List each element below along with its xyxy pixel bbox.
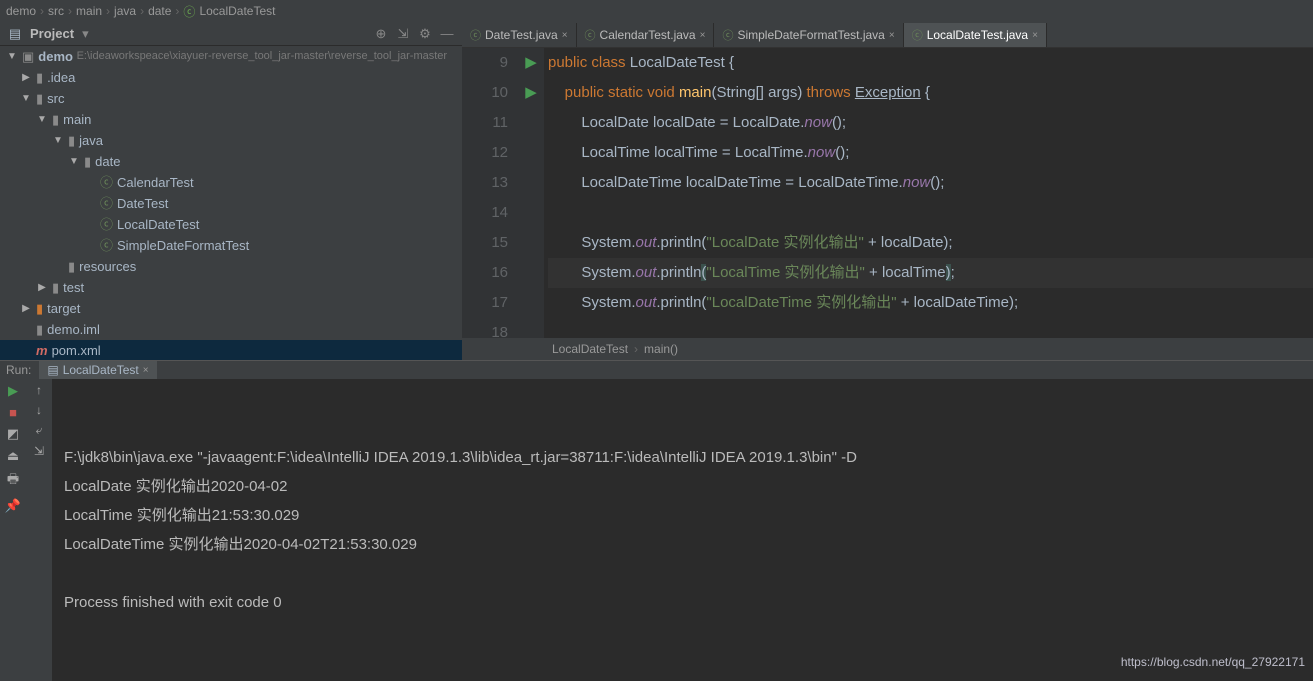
pin-icon[interactable]: 📌 (5, 498, 21, 514)
breadcrumb-item[interactable]: LocalDateTest (199, 4, 275, 18)
editor-tabs: ⓒDateTest.java× ⓒCalendarTest.java× ⓒSim… (462, 22, 1313, 48)
breadcrumb: demo› src› main› java› date› ⓒ LocalDate… (0, 0, 1313, 22)
close-icon[interactable]: × (1032, 30, 1038, 41)
project-title: Project (30, 26, 74, 41)
close-icon[interactable]: × (143, 365, 149, 376)
run-toolbar-left: ▶ ■ ◩ ⏏ 🖶 📌 (0, 379, 26, 681)
class-icon: ⓒ (183, 3, 195, 20)
print-icon[interactable]: 🖶 (7, 470, 19, 492)
tree-item-src[interactable]: src (47, 88, 64, 109)
run-toolbar-inner: ↑ ↓ ⤶ ⇲ (26, 379, 52, 681)
tree-item-java[interactable]: java (79, 130, 103, 151)
project-sidebar: ▤ Project ▾ ⊕ ⇲ ⚙ — ▼▣demo E:\ideaworksp… (0, 22, 462, 360)
watermark: https://blog.csdn.net/qq_27922171 (1121, 648, 1305, 677)
tree-item-target[interactable]: target (47, 298, 80, 319)
tree-file[interactable]: SimpleDateFormatTest (117, 235, 249, 256)
tree-file-pom[interactable]: pom.xml (52, 340, 101, 360)
run-config-icon: ▤ (47, 363, 58, 377)
tree-file-iml[interactable]: demo.iml (47, 319, 100, 340)
crumb-method[interactable]: main() (644, 342, 678, 356)
tree-root[interactable]: demo (38, 46, 73, 67)
crumb-class[interactable]: LocalDateTest (552, 342, 628, 356)
class-icon: ⓒ (100, 172, 113, 193)
class-icon: ⓒ (722, 27, 733, 43)
project-tool-header: ▤ Project ▾ ⊕ ⇲ ⚙ — (0, 22, 462, 46)
line-gutter: 9101112131415161718 (462, 48, 518, 338)
tree-file[interactable]: DateTest (117, 193, 168, 214)
tree-item-test[interactable]: test (63, 277, 84, 298)
rerun-icon[interactable]: ▶ (8, 383, 18, 399)
up-icon[interactable]: ↑ (36, 383, 42, 397)
tab-datetest[interactable]: ⓒDateTest.java× (462, 23, 577, 47)
breadcrumb-item[interactable]: src (48, 4, 64, 18)
wrap-icon[interactable]: ⤶ (36, 423, 43, 438)
breadcrumb-item[interactable]: demo (6, 4, 36, 18)
tab-localdatetest[interactable]: ⓒLocalDateTest.java× (904, 23, 1047, 47)
class-icon: ⓒ (100, 193, 113, 214)
run-panel: Run: ▤ LocalDateTest × ▶ ■ ◩ ⏏ 🖶 📌 ↑ ↓ ⤶… (0, 360, 1313, 579)
close-icon[interactable]: × (889, 30, 895, 41)
scroll-icon[interactable]: ⇲ (34, 444, 44, 458)
class-icon: ⓒ (100, 214, 113, 235)
tree-item-date[interactable]: date (95, 151, 120, 172)
tree-file[interactable]: CalendarTest (117, 172, 194, 193)
project-tree[interactable]: ▼▣demo E:\ideaworkspeace\xiayuer-reverse… (0, 46, 462, 360)
hide-icon[interactable]: — (440, 26, 454, 42)
console-output[interactable]: F:\jdk8\bin\java.exe "-javaagent:F:\idea… (52, 379, 1313, 681)
stop-icon[interactable]: ■ (9, 405, 17, 420)
breadcrumb-item[interactable]: main (76, 4, 102, 18)
locate-icon[interactable]: ⊕ (374, 26, 388, 42)
tree-item-resources[interactable]: resources (79, 256, 136, 277)
tab-calendartest[interactable]: ⓒCalendarTest.java× (577, 23, 715, 47)
class-icon: ⓒ (100, 235, 113, 256)
tree-item-idea[interactable]: .idea (47, 67, 75, 88)
project-icon: ▤ (8, 26, 22, 42)
editor-breadcrumb: LocalDateTest › main() (462, 338, 1313, 360)
run-label: Run: (6, 363, 31, 377)
close-icon[interactable]: × (562, 30, 568, 41)
tree-item-main[interactable]: main (63, 109, 91, 130)
collapse-icon[interactable]: ⇲ (396, 26, 410, 42)
tree-file[interactable]: LocalDateTest (117, 214, 199, 235)
gear-icon[interactable]: ⚙ (418, 26, 432, 42)
down-icon[interactable]: ↓ (36, 403, 42, 417)
code-editor[interactable]: 9101112131415161718 ▶▶ public class Loca… (462, 48, 1313, 338)
breadcrumb-item[interactable]: date (148, 4, 171, 18)
editor-area: ⓒDateTest.java× ⓒCalendarTest.java× ⓒSim… (462, 22, 1313, 360)
close-icon[interactable]: × (700, 30, 706, 41)
camera-icon[interactable]: ◩ (7, 426, 19, 442)
run-header: Run: ▤ LocalDateTest × (0, 361, 1313, 379)
class-icon: ⓒ (585, 27, 596, 43)
breadcrumb-item[interactable]: java (114, 4, 136, 18)
class-icon: ⓒ (912, 27, 923, 43)
tab-simpledateformattest[interactable]: ⓒSimpleDateFormatTest.java× (714, 23, 903, 47)
class-icon: ⓒ (470, 27, 481, 43)
gutter-icons: ▶▶ (518, 48, 544, 338)
run-tab[interactable]: ▤ LocalDateTest × (39, 361, 156, 379)
exit-icon[interactable]: ⏏ (7, 448, 19, 464)
